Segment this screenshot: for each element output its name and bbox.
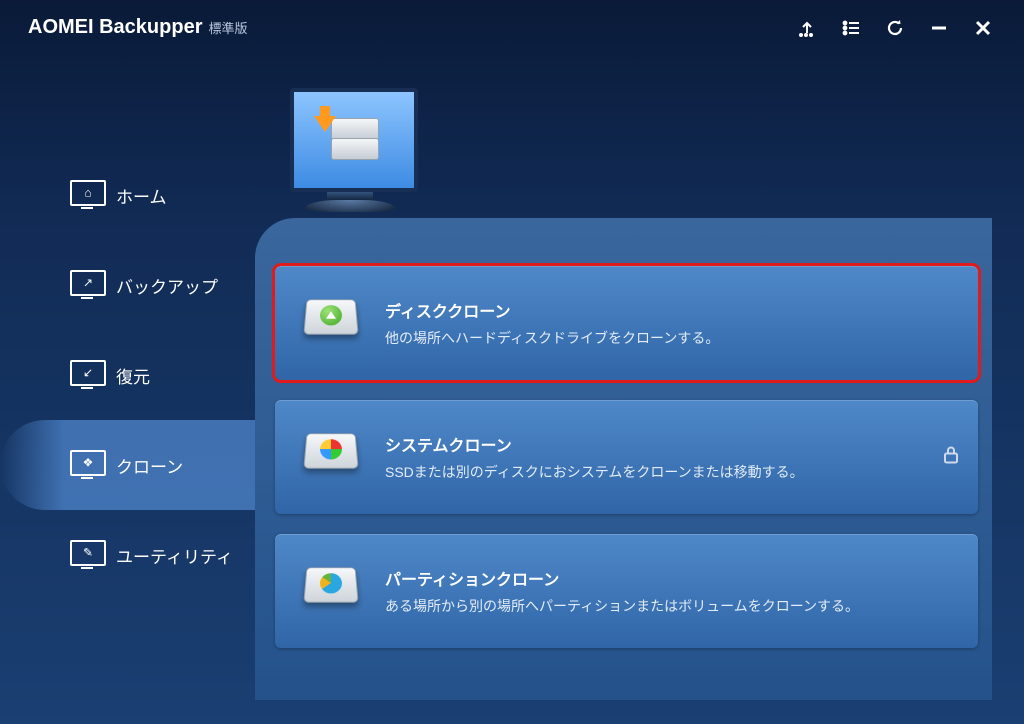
app-name: AOMEI Backupper	[28, 16, 202, 39]
sidebar-item-label: クローン	[116, 453, 183, 478]
system-clone-icon	[305, 431, 357, 483]
option-title: システムクローン	[385, 432, 804, 456]
option-desc: SSDまたは別のディスクにおシステムをクローンまたは移動する。	[385, 462, 804, 482]
option-desc: 他の場所へハードディスクドライブをクローンする。	[385, 328, 719, 348]
partition-clone-icon	[305, 565, 357, 617]
option-partition-clone[interactable]: パーティションクローン ある場所から別の場所へパーティションまたはボリュームをク…	[275, 534, 978, 648]
refresh-icon[interactable]	[882, 15, 908, 41]
sidebar: ⌂ ホーム ↗ バックアップ ↙ 復元 ❖ クローン ✎ ユーティリティ	[0, 150, 255, 600]
utilities-icon: ✎	[70, 540, 106, 570]
sidebar-item-label: ホーム	[116, 183, 167, 208]
option-title: パーティションクローン	[385, 566, 859, 590]
app-edition: 標準版	[208, 18, 247, 37]
backup-icon: ↗	[70, 270, 106, 300]
option-desc: ある場所から別の場所へパーティションまたはボリュームをクローンする。	[385, 596, 859, 616]
clone-hero-image	[290, 88, 410, 212]
restore-icon: ↙	[70, 360, 106, 390]
home-icon: ⌂	[70, 180, 106, 210]
main-panel: ディスククローン 他の場所へハードディスクドライブをクローンする。 システムクロ…	[255, 218, 992, 700]
sidebar-item-clone[interactable]: ❖ クローン	[0, 420, 255, 510]
sidebar-item-home[interactable]: ⌂ ホーム	[0, 150, 255, 240]
option-system-clone[interactable]: システムクローン SSDまたは別のディスクにおシステムをクローンまたは移動する。	[275, 400, 978, 514]
close-button[interactable]	[970, 15, 996, 41]
upgrade-icon[interactable]	[794, 15, 820, 41]
menu-icon[interactable]	[838, 15, 864, 41]
minimize-button[interactable]	[926, 15, 952, 41]
disk-clone-icon	[305, 297, 357, 349]
sidebar-item-backup[interactable]: ↗ バックアップ	[0, 240, 255, 330]
sidebar-item-label: バックアップ	[116, 273, 218, 298]
sidebar-item-utilities[interactable]: ✎ ユーティリティ	[0, 510, 255, 600]
clone-icon: ❖	[70, 450, 106, 480]
lock-icon	[942, 445, 960, 470]
sidebar-item-restore[interactable]: ↙ 復元	[0, 330, 255, 420]
sidebar-item-label: ユーティリティ	[116, 543, 233, 568]
option-disk-clone[interactable]: ディスククローン 他の場所へハードディスクドライブをクローンする。	[275, 266, 978, 380]
option-title: ディスククローン	[385, 298, 719, 322]
title-bar: AOMEI Backupper 標準版	[0, 0, 1024, 55]
sidebar-item-label: 復元	[116, 363, 150, 388]
